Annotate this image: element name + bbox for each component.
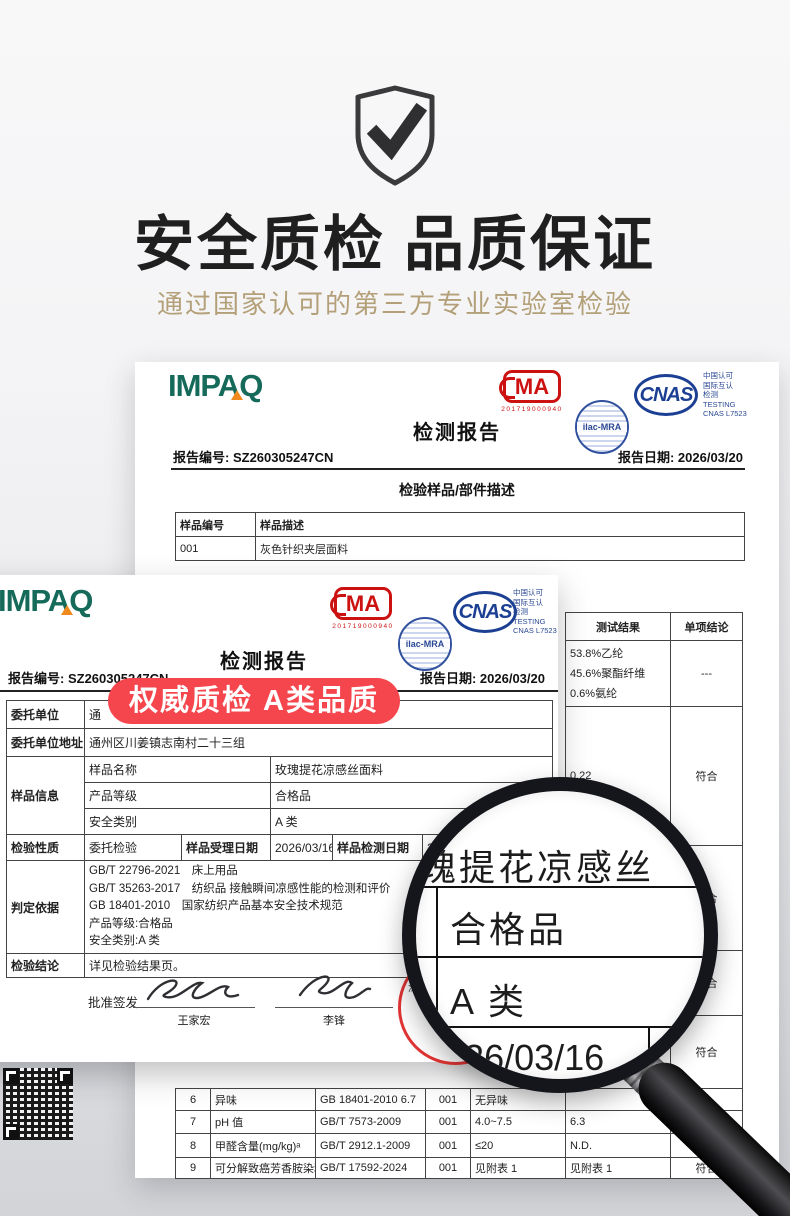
report-date: 报告日期: 2026/03/20	[420, 668, 545, 687]
cnas-accreditation-text: 中国认可 国际互认 检测 TESTING CNAS L7523	[703, 371, 747, 419]
table-row: 53.8%乙纶 45.6%聚酯纤维 0.6%氨纶 ---	[566, 641, 743, 707]
divider	[171, 468, 745, 470]
magnified-safety-class: A 类	[450, 973, 527, 1025]
shield-check-icon	[350, 84, 440, 188]
magnified-date: 2026/03/16	[424, 1037, 604, 1079]
report-number: 报告编号: SZ260305247CN	[173, 447, 333, 466]
section-title: 检验样品/部件描述	[135, 480, 779, 500]
cnas-accreditation-text: 中国认可 国际互认 检测 TESTING CNAS L7523	[513, 588, 557, 636]
signer-name: 王家宏	[133, 1012, 255, 1028]
magnified-sample-name: 瑰提花凉感丝	[420, 839, 654, 891]
cma-logo: MA 201719000940	[332, 587, 394, 630]
cma-logo: MA 201719000940	[501, 370, 563, 413]
approval-label: 批准签发	[88, 992, 138, 1011]
signature-line	[275, 1007, 393, 1008]
column-header: 测试结果	[566, 613, 671, 641]
magnifier-lens: 瑰提花凉感丝 合格品 A 类 2026/03/16	[402, 777, 718, 1093]
table-row: 委托单位地址 通州区川姜镇志南村二十三组	[7, 729, 553, 757]
quality-inspection-banner: 安全质检 品质保证 通过国家认可的第三方专业实验室检验 IMPAQ MA 201…	[0, 0, 790, 1216]
table-row: 001 灰色针织夹层面料	[176, 537, 745, 561]
table-row: 样品信息 样品名称 玫瑰提花凉感丝面料	[7, 757, 553, 783]
qr-code	[3, 1068, 73, 1140]
report-title: 检测报告	[135, 416, 779, 445]
quality-badge: 权威质检 A类品质	[108, 678, 400, 724]
sample-description-table: 样品编号 样品描述 001 灰色针织夹层面料	[175, 512, 745, 561]
page-subtitle: 通过国家认可的第三方专业实验室检验	[0, 284, 790, 321]
cnas-logo: CNAS	[453, 591, 517, 633]
magnified-grade: 合格品	[450, 901, 567, 953]
signer-name: 李锋	[275, 1012, 393, 1028]
page-title: 安全质检 品质保证	[0, 196, 790, 283]
cnas-logo: CNAS	[634, 374, 698, 416]
column-header: 单项结论	[671, 613, 743, 641]
column-header: 样品编号	[176, 513, 256, 537]
report-date: 报告日期: 2026/03/20	[618, 447, 743, 466]
column-header: 样品描述	[256, 513, 745, 537]
signature-wang	[140, 973, 250, 1007]
signature-line	[133, 1007, 255, 1008]
table-row: 8 甲醛含量(mg/kg)ᵃ GB/T 2912.1-2009 001 ≤20 …	[176, 1134, 743, 1158]
signature-li	[288, 971, 378, 1007]
table-row: 9 可分解致癌芳香胺染料 GB/T 17592-2024 001 见附表 1 见…	[176, 1158, 743, 1179]
